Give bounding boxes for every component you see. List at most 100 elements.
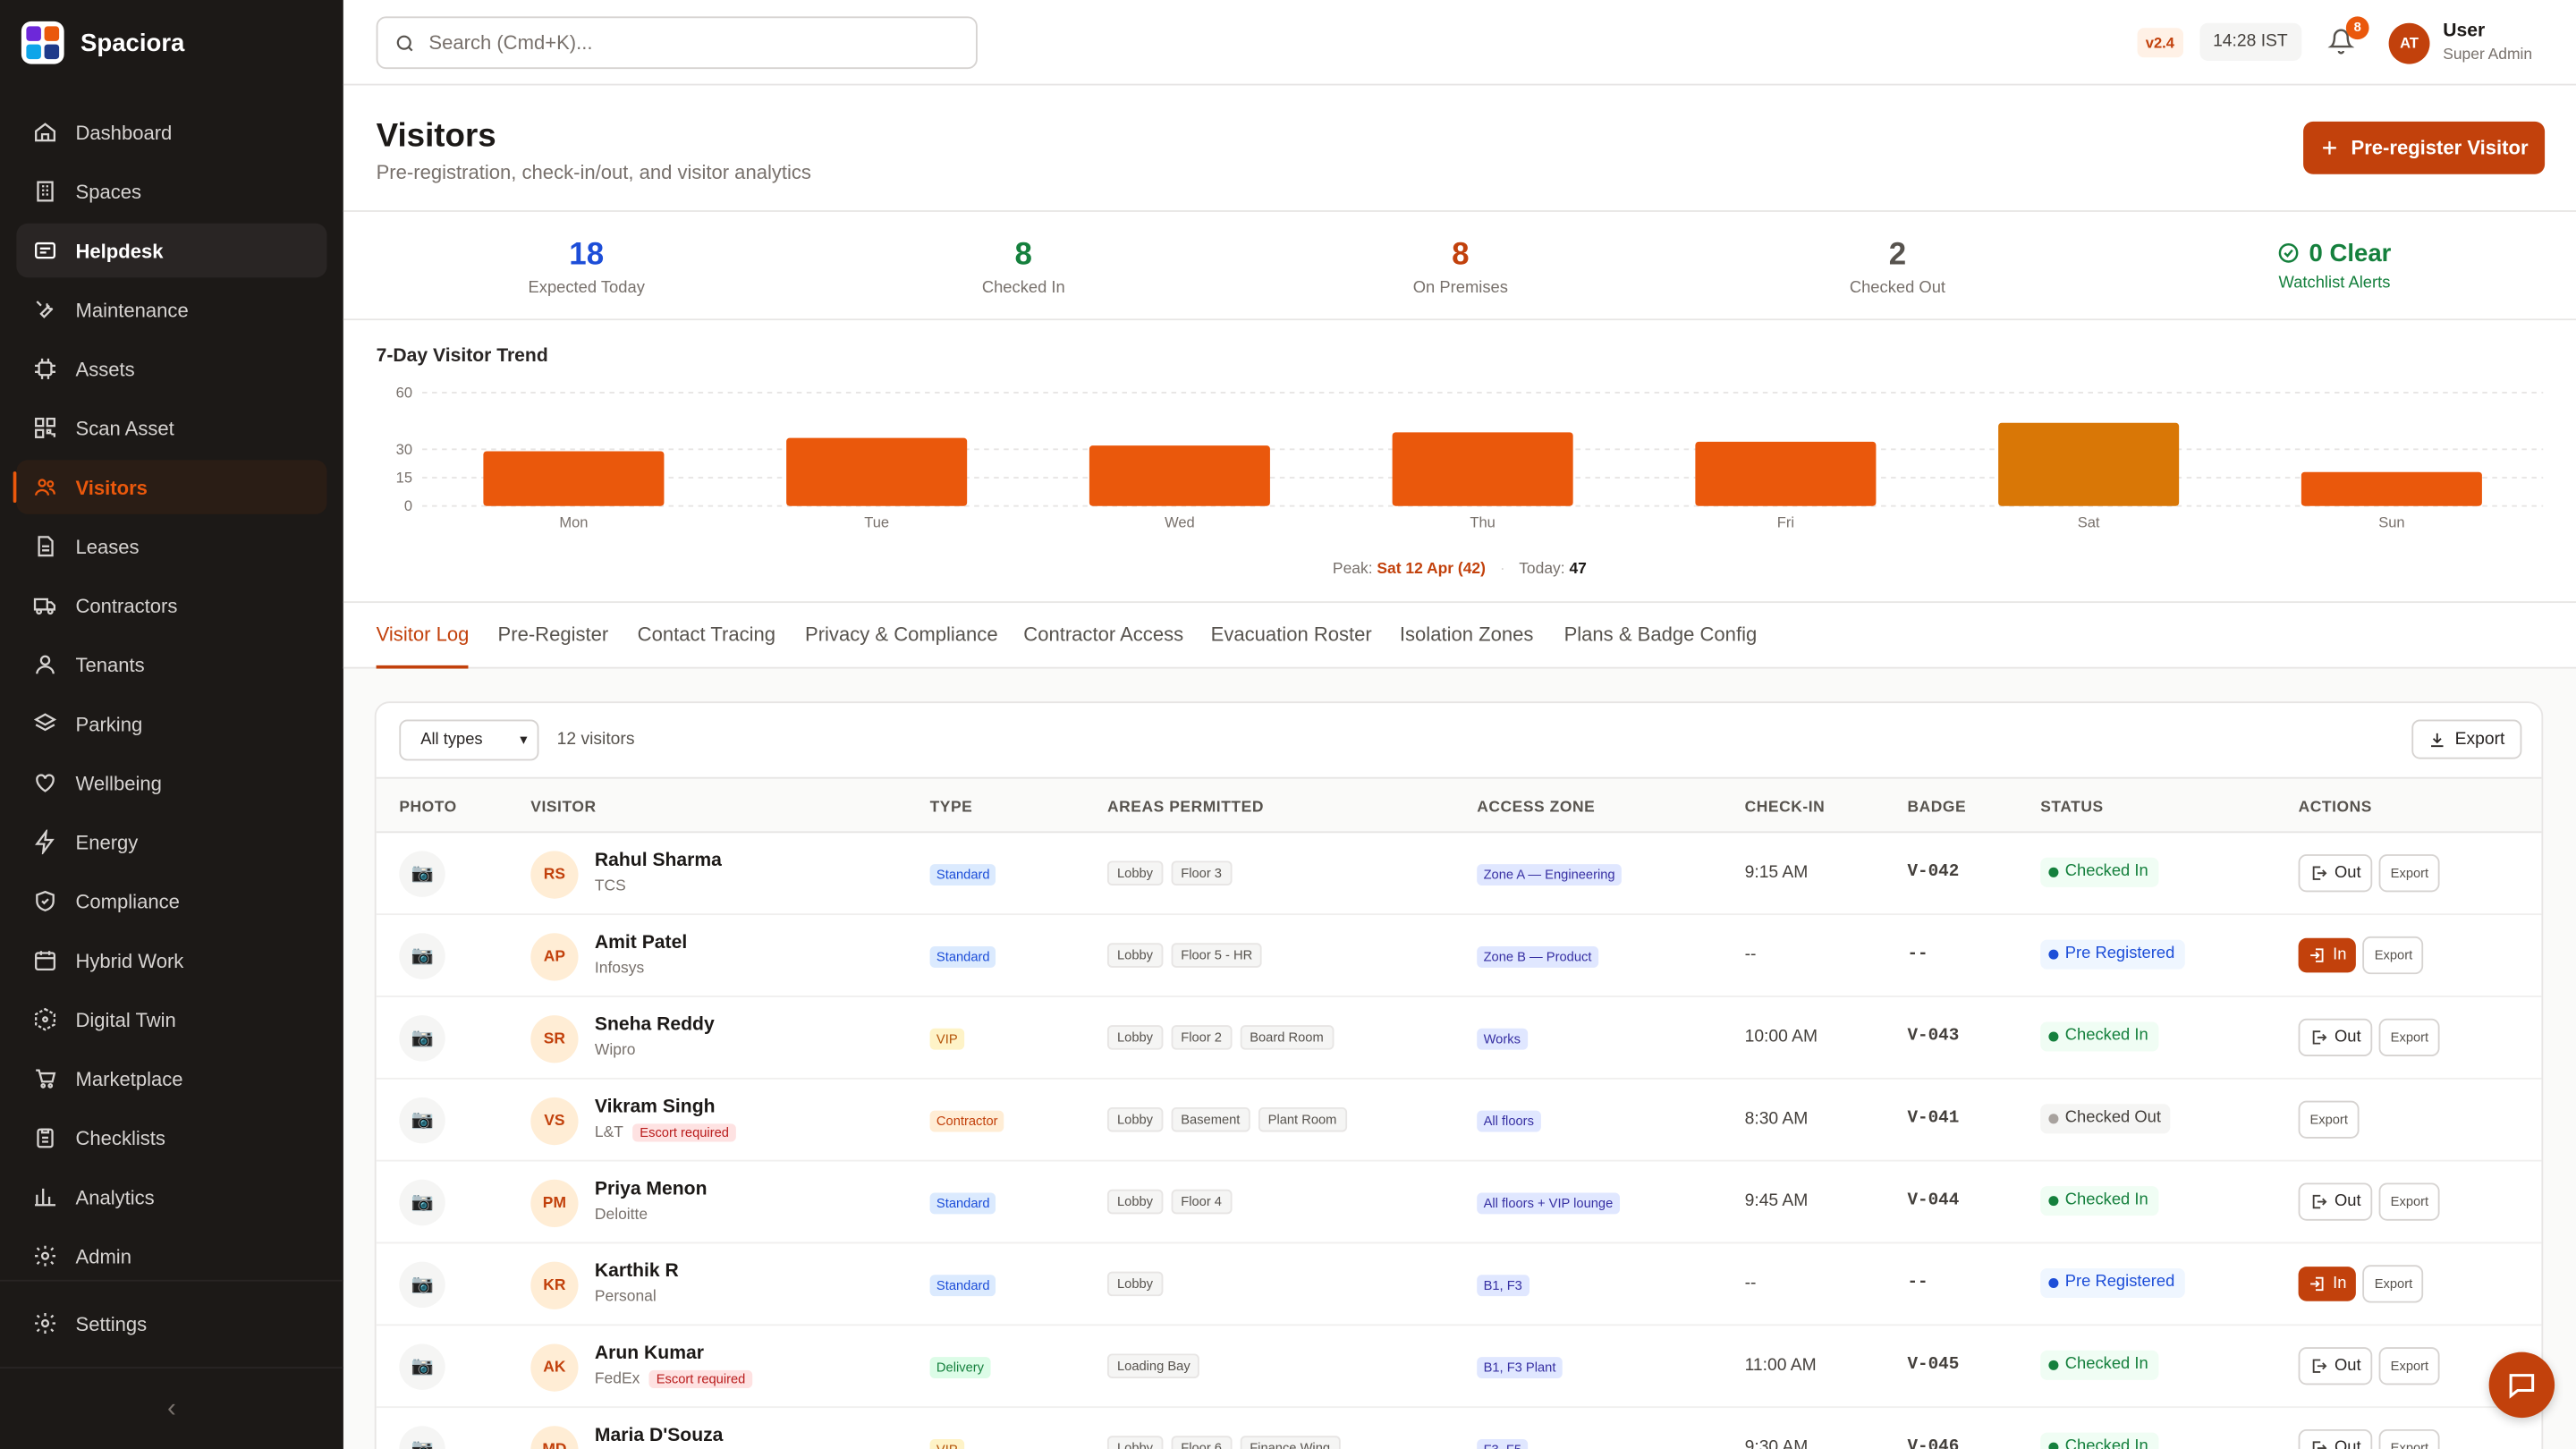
row-export-button[interactable]: Export [2378,1182,2441,1221]
camera-icon[interactable]: 📷 [399,1261,445,1309]
column-header[interactable]: CHECK-IN [1745,799,1826,817]
camera-icon[interactable]: 📷 [399,1426,445,1449]
avatar[interactable]: AT [2388,22,2430,64]
visitor-name[interactable]: Vikram Singh [595,1097,716,1117]
table-row[interactable]: 📷 VS Vikram Singh L&T Escort required Contrac… [376,1080,2542,1162]
tab-pre-register[interactable]: Pre-Register [498,623,609,668]
table-row[interactable]: 📷 RS Rahul Sharma TCS Standard Lobby Floor 3 Zo… [376,833,2542,916]
bar-mon[interactable] [483,451,665,506]
sidebar-item-visitors[interactable]: Visitors [13,460,327,514]
sidebar-item-compliance[interactable]: Compliance [16,874,326,928]
sidebar-item-digital-twin[interactable]: Digital Twin [16,992,326,1046]
row-export-button[interactable]: Export [2378,1347,2441,1385]
check-out-button[interactable]: Out [2298,854,2373,893]
row-export-button[interactable]: Export [2378,854,2441,893]
camera-icon[interactable]: 📷 [399,933,445,979]
camera-icon[interactable]: 📷 [399,1179,445,1226]
sidebar-item-checklists[interactable]: Checklists [16,1111,326,1165]
bar-fri[interactable] [1695,441,1877,506]
sidebar-item-label: Analytics [75,1185,155,1208]
tab-isolation-zones[interactable]: Isolation Zones [1400,623,1533,668]
visitor-name[interactable]: Priya Menon [595,1180,708,1199]
sidebar-item-settings[interactable]: Settings [16,1296,326,1351]
column-header[interactable]: STATUS [2040,799,2104,817]
bar-sun[interactable] [2301,471,2482,506]
row-export-button[interactable]: Export [2298,1100,2360,1139]
sidebar-item-analytics[interactable]: Analytics [16,1170,326,1224]
sidebar-item-admin[interactable]: Admin [16,1229,326,1284]
column-header[interactable]: TYPE [930,799,973,817]
sidebar-item-contractors[interactable]: Contractors [16,579,326,633]
chat-button[interactable] [2488,1352,2555,1419]
visitor-name[interactable]: Sneha Reddy [595,1015,715,1035]
sidebar-item-tenants[interactable]: Tenants [16,638,326,692]
tab-contact-tracing[interactable]: Contact Tracing [638,623,775,668]
tab-plans-badge-config[interactable]: Plans & Badge Config [1564,623,1758,668]
camera-icon[interactable]: 📷 [399,851,445,897]
tab-privacy-compliance[interactable]: Privacy & Compliance [805,623,998,668]
sidebar-item-label: Maintenance [75,298,189,322]
camera-icon[interactable]: 📷 [399,1097,445,1144]
visitor-name[interactable]: Arun Kumar [595,1343,704,1363]
sidebar-item-wellbeing[interactable]: Wellbeing [16,756,326,810]
column-header[interactable]: BADGE [1907,799,1966,817]
table-row[interactable]: 📷 AP Amit Patel Infosys Standard Lobby Floor 5… [376,915,2542,997]
table-row[interactable]: 📷 KR Karthik R Personal Standard Lobby B1, F3 -… [376,1243,2542,1326]
sidebar-item-scan-asset[interactable]: Scan Asset [16,401,326,455]
tab-contractor-access[interactable]: Contractor Access [1023,623,1183,668]
clock: 14:28 IST [2199,22,2301,61]
check-in-button[interactable]: In [2298,1267,2357,1301]
brand[interactable]: Spaciora [21,21,185,64]
sidebar-item-energy[interactable]: Energy [16,815,326,869]
sidebar-item-assets[interactable]: Assets [16,342,326,396]
bar-tue[interactable] [786,437,968,506]
visitor-name[interactable]: Maria D'Souza [595,1426,724,1445]
bar-sat[interactable] [1998,422,2180,506]
column-header[interactable]: VISITOR [530,799,596,817]
type-filter-select[interactable]: All types ▾ [399,719,539,761]
table-row[interactable]: 📷 AK Arun Kumar FedEx Escort required Deliver… [376,1326,2542,1409]
sidebar-item-parking[interactable]: Parking [16,697,326,751]
sidebar-item-leases[interactable]: Leases [16,519,326,573]
plus-icon [2323,140,2336,155]
search-input[interactable]: Search (Cmd+K)... [376,16,978,70]
sidebar-item-hybrid-work[interactable]: Hybrid Work [16,933,326,987]
sidebar-item-helpdesk[interactable]: Helpdesk [16,223,327,278]
column-header[interactable]: ACTIONS [2299,799,2372,817]
pre-register-visitor-button[interactable]: Pre-register Visitor [2303,121,2546,174]
check-out-button[interactable]: Out [2298,1182,2373,1221]
table-row[interactable]: 📷 SR Sneha Reddy Wipro VIP Lobby Floor 2 Board … [376,997,2542,1080]
collapse-sidebar-button[interactable]: ‹ [0,1367,343,1449]
x-tick-label: Tue [864,514,889,531]
sidebar-item-dashboard[interactable]: Dashboard [16,106,326,160]
row-export-button[interactable]: Export [2378,1428,2441,1449]
column-header[interactable]: AREAS PERMITTED [1107,799,1264,817]
column-header[interactable]: PHOTO [399,799,456,817]
sidebar-item-spaces[interactable]: Spaces [16,165,326,219]
areas-permitted: Lobby Floor 4 [1106,1189,1233,1215]
row-export-button[interactable]: Export [2362,936,2425,975]
sidebar-item-marketplace[interactable]: Marketplace [16,1052,326,1106]
column-header[interactable]: ACCESS ZONE [1477,799,1595,817]
check-out-button[interactable]: Out [2298,1347,2373,1385]
log-out-icon [2312,1359,2327,1373]
visitor-name[interactable]: Amit Patel [595,933,687,953]
bar-wed[interactable] [1089,445,1270,506]
row-export-button[interactable]: Export [2362,1265,2425,1303]
visitor-name[interactable]: Karthik R [595,1262,679,1282]
camera-icon[interactable]: 📷 [399,1015,445,1062]
export-button[interactable]: Export [2411,719,2522,759]
visitor-name[interactable]: Rahul Sharma [595,851,722,870]
table-row[interactable]: 📷 PM Priya Menon Deloitte Standard Lobby Floor… [376,1162,2542,1244]
bar-thu[interactable] [1392,432,1573,506]
check-out-button[interactable]: Out [2298,1428,2373,1449]
row-export-button[interactable]: Export [2378,1018,2441,1057]
check-in-button[interactable]: In [2298,937,2357,973]
sidebar-item-maintenance[interactable]: Maintenance [16,283,326,337]
tab-visitor-log[interactable]: Visitor Log [376,623,470,669]
check-out-button[interactable]: Out [2298,1018,2373,1057]
tab-evacuation-roster[interactable]: Evacuation Roster [1211,623,1372,668]
camera-icon[interactable]: 📷 [399,1343,445,1390]
table-row[interactable]: 📷 MD Maria D'Souza VIP Lobby Floor 6 Finance W… [377,1408,2542,1449]
user-name[interactable]: User [2443,21,2485,41]
